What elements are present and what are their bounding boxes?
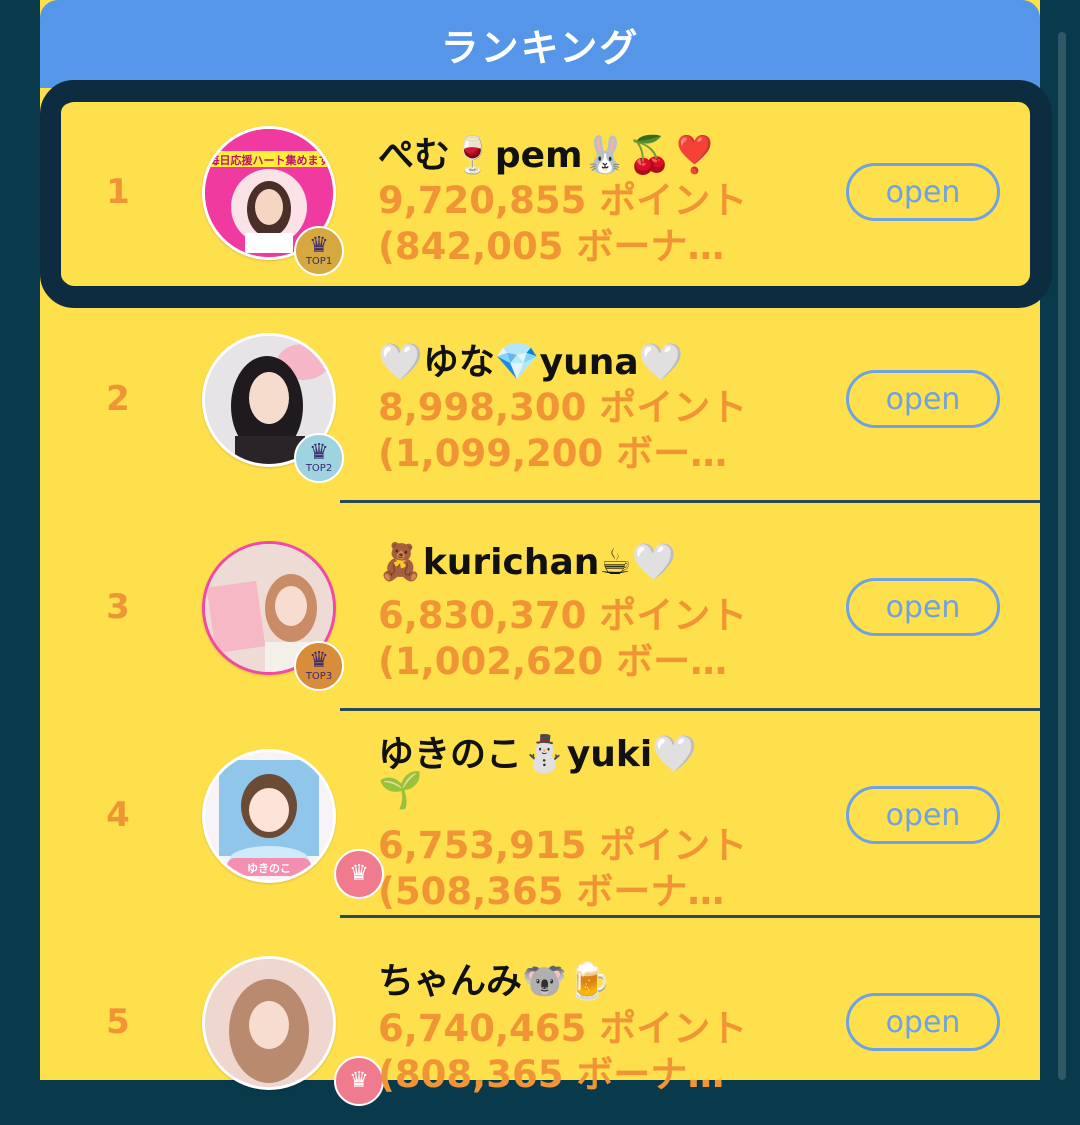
badge-label: TOP3 (305, 671, 333, 682)
ranking-header: ランキング (40, 0, 1040, 88)
crown-icon: ♛ (309, 440, 329, 465)
ranking-title: ランキング (440, 25, 640, 70)
user-bonus: (1,002,620 ボー… (378, 640, 728, 683)
open-button[interactable]: open (846, 993, 1000, 1051)
avatar-image (205, 959, 333, 1087)
user-name: ゆきのこ⛄yuki🤍 (378, 734, 698, 775)
top3-badge: ♛ TOP3 (294, 641, 344, 691)
rank-number: 3 (106, 586, 130, 627)
crown-badge: ♛ (334, 1056, 384, 1106)
open-button[interactable]: open (846, 163, 1000, 221)
user-name: ちゃんみ🐨🍺 (378, 961, 612, 1002)
badge-label: TOP1 (305, 256, 333, 267)
top2-badge: ♛ TOP2 (294, 433, 344, 483)
avatar-caption: 毎日応援ハート集めます (209, 153, 330, 167)
ranking-row[interactable]: 1 毎日応援ハート集めます ♛ TOP1 ぺむ🍷pem🐰🍒❣️ 9,720,85… (40, 88, 1040, 295)
avatar-image: ゆきのこ (205, 752, 333, 880)
user-bonus: (508,365 ボーナ… (378, 870, 725, 913)
crown-icon: ♛ (349, 1068, 369, 1093)
ranking-row[interactable]: 3 ♛ TOP3 🧸kurichan☕🤍 6,830,370 ポイント (1,0… (40, 503, 1040, 710)
user-bonus: (1,099,200 ボー… (378, 432, 728, 475)
avatar[interactable]: ゆきのこ (202, 749, 336, 883)
crown-icon: ♛ (309, 233, 329, 258)
badge-label: TOP2 (305, 463, 333, 474)
ranking-row[interactable]: 5 ♛ ちゃんみ🐨🍺 6,740,465 ポイント (808,365 ボーナ… … (40, 918, 1040, 1125)
top1-badge: ♛ TOP1 (294, 226, 344, 276)
open-button[interactable]: open (846, 786, 1000, 844)
ranking-row[interactable]: 4 ゆきのこ ♛ ゆきのこ⛄yuki🤍 🌱 6,753,915 ポイント (50… (40, 711, 1040, 918)
user-bonus: (842,005 ボーナ… (378, 225, 725, 268)
ranking-row[interactable]: 2 ♛ TOP2 🤍ゆな💎yuna🤍 8,998,300 ポイント (1,099… (40, 295, 1040, 502)
avatar-caption: ゆきのこ (247, 862, 291, 875)
crown-badge: ♛ (334, 849, 384, 899)
crown-icon: ♛ (309, 648, 329, 673)
user-name: 🧸kurichan☕🤍 (378, 542, 677, 583)
rank-number: 4 (106, 794, 130, 835)
open-button[interactable]: open (846, 370, 1000, 428)
open-button[interactable]: open (846, 578, 1000, 636)
rank-number: 2 (106, 378, 130, 419)
user-bonus: (808,365 ボーナ… (378, 1053, 725, 1096)
scrollbar[interactable] (1058, 32, 1066, 1080)
rank-number: 1 (106, 171, 130, 212)
crown-icon: ♛ (349, 861, 369, 886)
user-name-extra: 🌱 (378, 770, 423, 811)
avatar[interactable] (202, 956, 336, 1090)
rank-number: 5 (106, 1001, 130, 1042)
